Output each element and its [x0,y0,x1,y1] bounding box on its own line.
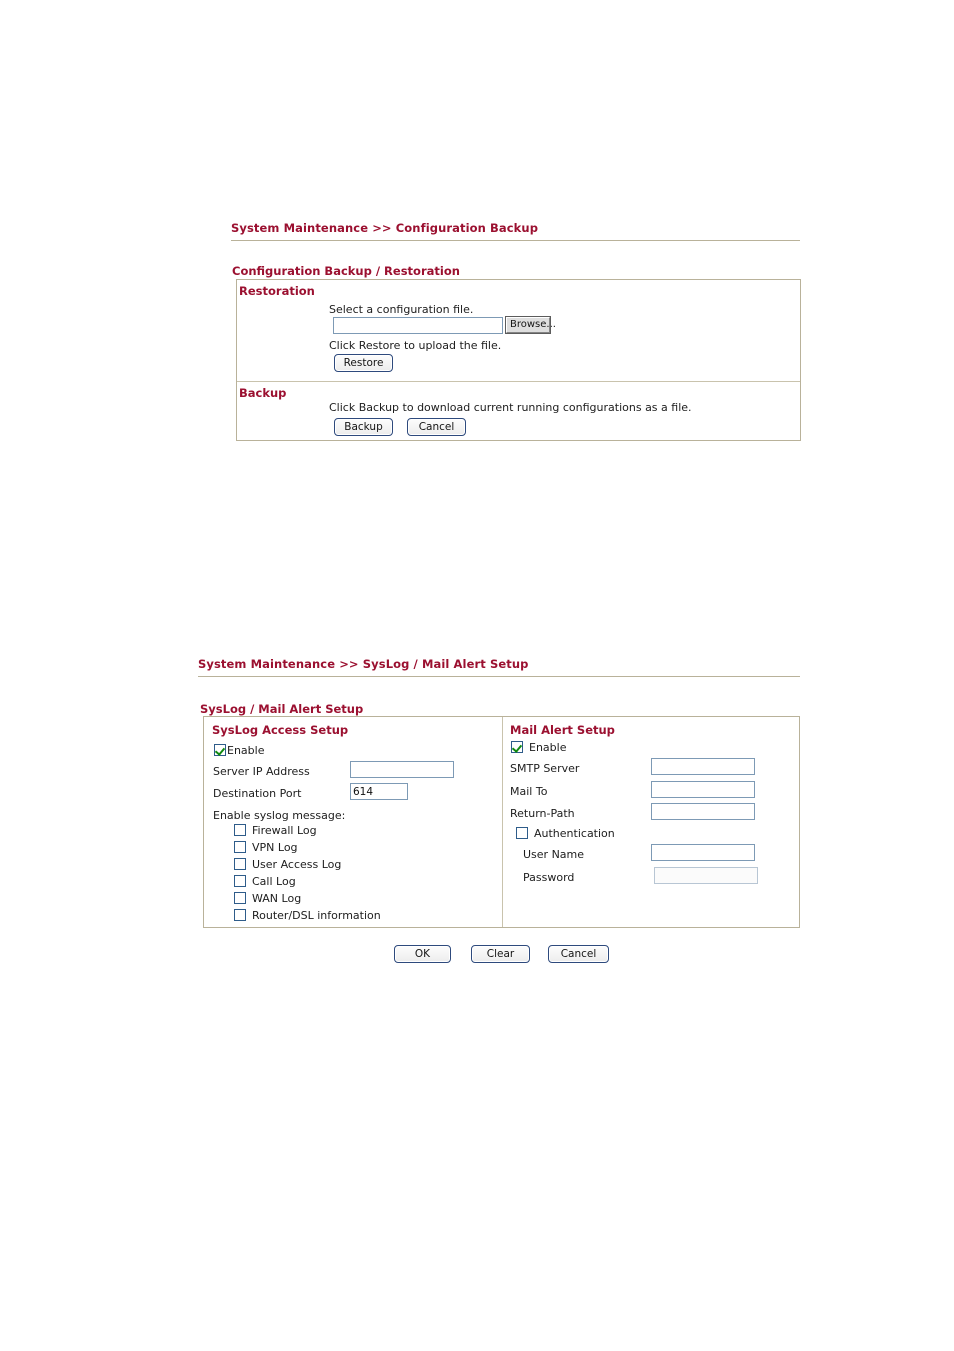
mail-to-label: Mail To [510,785,548,798]
restoration-label: Restoration [239,284,315,298]
section-label-syslog-mail-alert: SysLog / Mail Alert Setup [200,702,364,716]
syslog-access-setup-title: SysLog Access Setup [212,723,349,737]
call-log-label: Call Log [252,875,296,888]
smtp-server-input[interactable] [651,758,755,775]
click-restore-text: Click Restore to upload the file. [329,339,502,352]
browse-button[interactable]: Browse... [505,316,556,334]
title-divider-syslog [198,676,800,677]
destination-port-input[interactable] [350,783,408,800]
return-path-input[interactable] [651,803,755,820]
backup-button[interactable]: Backup [334,418,393,436]
clear-button[interactable]: Clear [471,945,530,963]
cancel-button-backup[interactable]: Cancel [407,418,466,436]
mail-alert-enable-checkbox[interactable] [511,741,523,753]
configuration-backup-panel: Restoration Select a configuration file.… [236,279,801,441]
user-access-log-checkbox[interactable] [234,858,246,870]
authentication-checkbox[interactable] [516,827,528,839]
password-input[interactable] [654,867,758,884]
panel-row-divider [237,381,800,382]
firewall-log-label: Firewall Log [252,824,317,837]
authentication-label: Authentication [534,827,615,840]
title-divider [231,240,800,241]
password-label: Password [523,871,575,884]
breadcrumb-configuration-backup: System Maintenance >> Configuration Back… [231,221,539,235]
vpn-log-checkbox[interactable] [234,841,246,853]
mail-alert-enable-row[interactable]: Enable [511,741,566,754]
mail-alert-setup-title: Mail Alert Setup [510,723,615,737]
firewall-log-checkbox[interactable] [234,824,246,836]
user-access-log-label: User Access Log [252,858,342,871]
server-ip-address-label: Server IP Address [213,765,310,778]
mail-alert-enable-label: Enable [529,741,567,754]
log-option-row[interactable]: Firewall Log [234,824,381,841]
click-backup-text: Click Backup to download current running… [329,401,692,414]
destination-port-label: Destination Port [213,787,302,800]
breadcrumb-syslog-mail-alert: System Maintenance >> SysLog / Mail Aler… [198,657,529,671]
user-name-input[interactable] [651,844,755,861]
panel-column-divider [502,717,503,927]
smtp-server-label: SMTP Server [510,762,580,775]
call-log-checkbox[interactable] [234,875,246,887]
log-option-row[interactable]: Call Log [234,875,381,892]
cancel-button-syslog[interactable]: Cancel [548,945,609,963]
router-dsl-information-label: Router/DSL information [252,909,381,922]
wan-log-checkbox[interactable] [234,892,246,904]
section-label-configuration-backup: Configuration Backup / Restoration [232,264,460,278]
router-dsl-information-checkbox[interactable] [234,909,246,921]
vpn-log-label: VPN Log [252,841,298,854]
syslog-enable-row[interactable]: Enable [214,744,264,757]
authentication-row[interactable]: Authentication [516,827,615,840]
syslog-log-options-list: Firewall Log VPN Log User Access Log Cal… [234,824,381,926]
log-option-row[interactable]: VPN Log [234,841,381,858]
return-path-label: Return-Path [510,807,575,820]
restore-button[interactable]: Restore [334,354,393,372]
ok-button[interactable]: OK [394,945,451,963]
select-configuration-file-text: Select a configuration file. [329,303,474,316]
enable-syslog-message-label: Enable syslog message: [213,809,346,822]
configuration-file-input[interactable] [333,317,503,334]
wan-log-label: WAN Log [252,892,302,905]
log-option-row[interactable]: WAN Log [234,892,381,909]
mail-to-input[interactable] [651,781,755,798]
user-name-label: User Name [523,848,585,861]
server-ip-address-input[interactable] [350,761,454,778]
log-option-row[interactable]: Router/DSL information [234,909,381,926]
syslog-mail-alert-panel: SysLog Access Setup Enable Server IP Add… [203,716,800,928]
backup-label: Backup [239,386,287,400]
log-option-row[interactable]: User Access Log [234,858,381,875]
syslog-enable-label: Enable [227,744,265,757]
syslog-enable-checkbox[interactable] [214,744,226,756]
